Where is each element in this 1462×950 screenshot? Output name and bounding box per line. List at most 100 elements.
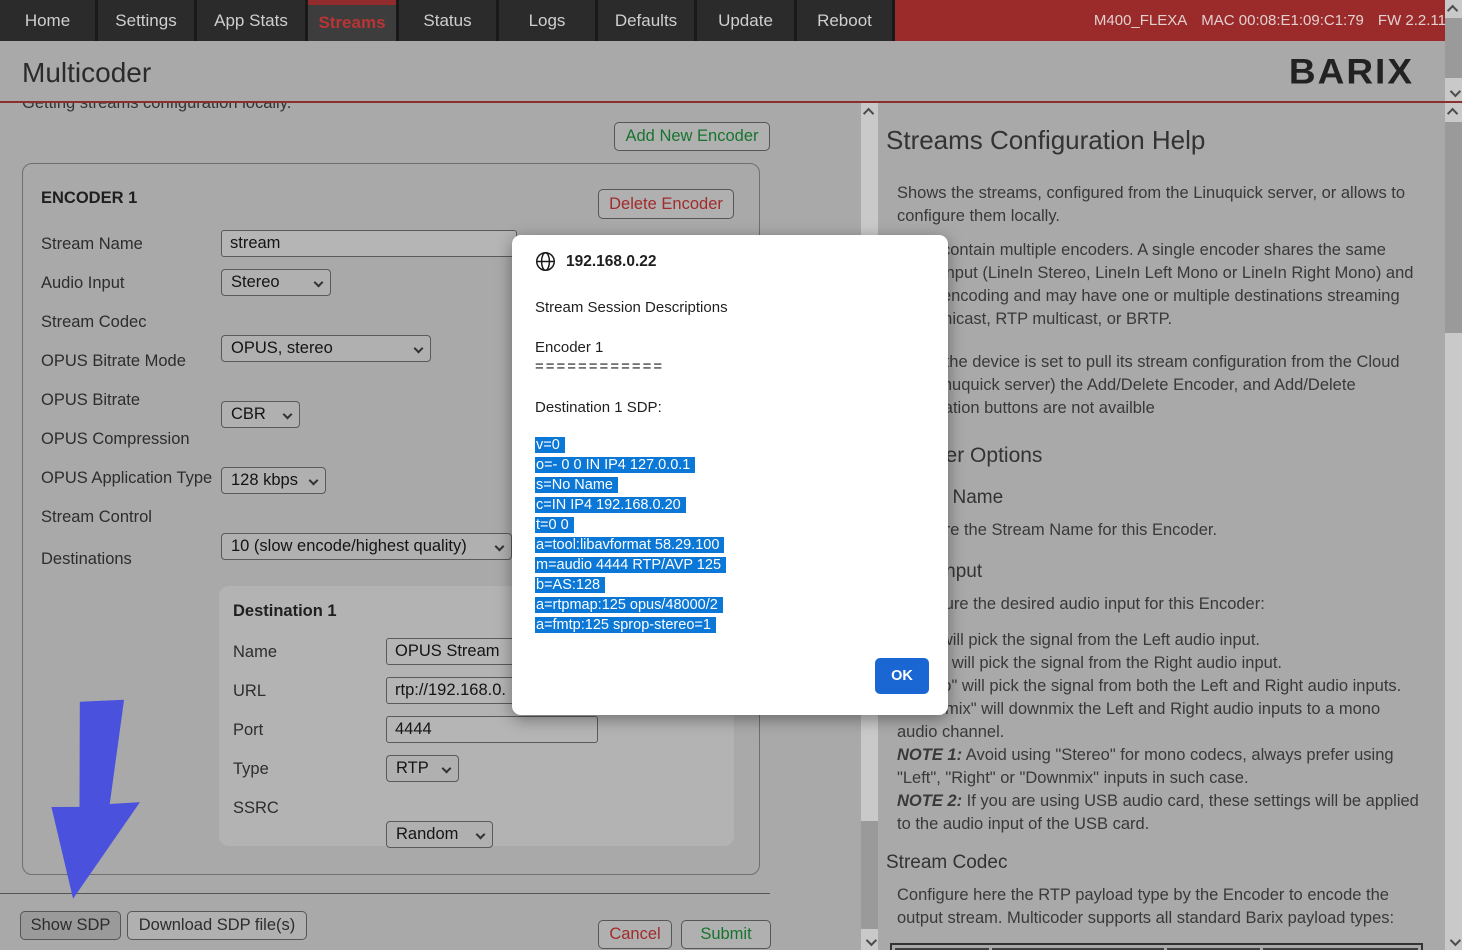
submit-button[interactable]: Submit — [681, 920, 771, 949]
dest-name-label: Name — [233, 638, 277, 666]
scroll-down-button[interactable] — [1445, 933, 1462, 950]
note2-label: NOTE 2: — [897, 792, 962, 810]
opus-application-type-label: OPUS Application Type — [41, 464, 212, 492]
sdp-line: t=0 0 — [535, 517, 574, 533]
opus-compression-select[interactable]: 10 (slow encode/highest quality) — [221, 533, 512, 560]
help-heading-stream-name: Stream Name — [886, 487, 1423, 509]
dest-type-value: RTP — [396, 759, 429, 778]
help-option-line: "Left" will pick the signal from the Lef… — [897, 629, 1423, 652]
stream-codec-label: Stream Codec — [41, 308, 146, 336]
sdp-line: v=0 — [535, 437, 565, 453]
sdp-line: a=rtpmap:125 opus/48000/2 — [535, 597, 723, 613]
stream-codec-value: OPUS, stereo — [231, 339, 333, 358]
chevron-down-icon — [1449, 934, 1460, 945]
opus-bitrate-mode-value: CBR — [231, 405, 266, 424]
device-mac: MAC 00:08:E1:09:C1:79 — [1201, 12, 1364, 29]
chevron-down-icon — [442, 764, 452, 774]
cancel-button[interactable]: Cancel — [598, 920, 672, 949]
stream-name-label: Stream Name — [41, 230, 143, 258]
chevron-down-icon — [1449, 85, 1460, 96]
nav-tab-defaults[interactable]: Defaults — [598, 0, 694, 41]
sdp-line: a=fmtp:125 sprop-stereo=1 — [535, 617, 716, 633]
help-heading-stream-codec: Stream Codec — [886, 852, 1423, 874]
opus-compression-label: OPUS Compression — [41, 425, 190, 453]
device-name: M400_FLEXA — [1094, 12, 1187, 29]
note1-text: Avoid using "Stereo" for mono codecs, al… — [897, 746, 1394, 787]
show-sdp-button[interactable]: Show SDP — [20, 911, 121, 940]
barix-logo: BARIX — [1289, 52, 1414, 91]
help-option-line: "Downmix" will downmix the Left and Righ… — [897, 698, 1423, 744]
sdp-line: b=AS:128 — [535, 577, 605, 593]
status-text: Getting streams configuration locally. — [22, 103, 291, 113]
chevron-down-icon — [309, 476, 319, 486]
device-info-bar: M400_FLEXA MAC 00:08:E1:09:C1:79 FW 2.2.… — [895, 0, 1462, 41]
opus-bitrate-select[interactable]: 128 kbps — [221, 467, 326, 494]
chevron-down-icon — [314, 278, 324, 288]
help-note-1: NOTE 1: Avoid using "Stereo" for mono co… — [897, 744, 1423, 790]
help-paragraph: Shows the streams, configured from the L… — [897, 182, 1423, 228]
opus-bitrate-mode-select[interactable]: CBR — [221, 401, 300, 428]
payload-type-table: Payload Type Description Payload Type De… — [890, 943, 1423, 950]
help-frame-scrollbar[interactable] — [1445, 103, 1462, 950]
dest-type-select[interactable]: RTP — [386, 755, 459, 782]
ok-button[interactable]: OK — [875, 658, 929, 694]
dest-url-label: URL — [233, 677, 266, 705]
scroll-down-button[interactable] — [861, 933, 878, 950]
scroll-down-button[interactable] — [1445, 84, 1462, 101]
nav-tab-streams[interactable]: Streams — [308, 0, 396, 41]
stream-name-input[interactable] — [221, 230, 517, 257]
help-option-line: "Right" will pick the signal from the Ri… — [897, 652, 1423, 675]
stream-control-label: Stream Control — [41, 503, 152, 531]
dest-type-label: Type — [233, 755, 269, 783]
nav-tab-home[interactable]: Home — [0, 0, 95, 41]
scroll-up-button[interactable] — [1445, 0, 1462, 17]
opus-compression-value: 10 (slow encode/highest quality) — [231, 537, 467, 556]
nav-tab-status[interactable]: Status — [399, 0, 496, 41]
chevron-up-icon — [862, 107, 873, 118]
opus-bitrate-label: OPUS Bitrate — [41, 386, 140, 414]
delete-encoder-button[interactable]: Delete Encoder — [598, 189, 734, 219]
download-sdp-button[interactable]: Download SDP file(s) — [127, 911, 307, 940]
note1-label: NOTE 1: — [897, 746, 962, 764]
dialog-encoder-line: Encoder 1 — [535, 339, 603, 356]
scrollbar-thumb[interactable] — [1445, 122, 1462, 333]
masthead: Multicoder BARIX — [0, 41, 1462, 103]
nav-tab-logs[interactable]: Logs — [499, 0, 595, 41]
note2-text: If you are using USB audio card, these s… — [897, 792, 1419, 833]
destination-title: Destination 1 — [233, 602, 337, 621]
top-frame-scrollbar[interactable] — [1445, 0, 1462, 101]
help-paragraph: It can contain multiple encoders. A sing… — [897, 239, 1423, 331]
dialog-subtitle: Stream Session Descriptions — [535, 299, 728, 316]
nav-tab-update[interactable]: Update — [697, 0, 794, 41]
dialog-host: 192.168.0.22 — [566, 253, 657, 271]
dest-port-input[interactable] — [386, 716, 598, 743]
scrollbar-thumb[interactable] — [1445, 18, 1462, 78]
scroll-up-button[interactable] — [1445, 103, 1462, 120]
scrollbar-thumb[interactable] — [861, 821, 878, 929]
stream-codec-select[interactable]: OPUS, stereo — [221, 335, 431, 362]
audio-input-value: Stereo — [231, 273, 280, 292]
audio-input-label: Audio Input — [41, 269, 124, 297]
destinations-label: Destinations — [41, 545, 132, 573]
chevron-up-icon — [1446, 4, 1457, 15]
help-heading-audio-input: Audio Input — [886, 561, 1423, 583]
dialog-sdp-label: Destination 1 SDP: — [535, 399, 662, 416]
help-heading-encoder-options: Encoder Options — [886, 444, 1423, 468]
add-new-encoder-button[interactable]: Add New Encoder — [614, 122, 770, 151]
help-paragraph: When the device is set to pull its strea… — [897, 351, 1423, 420]
nav-tab-settings[interactable]: Settings — [98, 0, 194, 41]
help-title: Streams Configuration Help — [886, 125, 1423, 156]
chevron-down-icon — [476, 830, 486, 840]
page-title: Multicoder — [22, 57, 151, 89]
chevron-down-icon — [495, 542, 505, 552]
scroll-up-button[interactable] — [861, 103, 878, 120]
nav-tab-app-stats[interactable]: App Stats — [197, 0, 305, 41]
dest-ssrc-label: SSRC — [233, 794, 279, 822]
dest-ssrc-select[interactable]: Random — [386, 821, 493, 848]
device-firmware: FW 2.2.11 — [1378, 12, 1446, 29]
nav-tab-reboot[interactable]: Reboot — [797, 0, 892, 41]
audio-input-select[interactable]: Stereo — [221, 269, 331, 296]
help-options-block: "Left" will pick the signal from the Lef… — [897, 629, 1423, 836]
chevron-down-icon — [865, 934, 876, 945]
chevron-up-icon — [1446, 107, 1457, 118]
